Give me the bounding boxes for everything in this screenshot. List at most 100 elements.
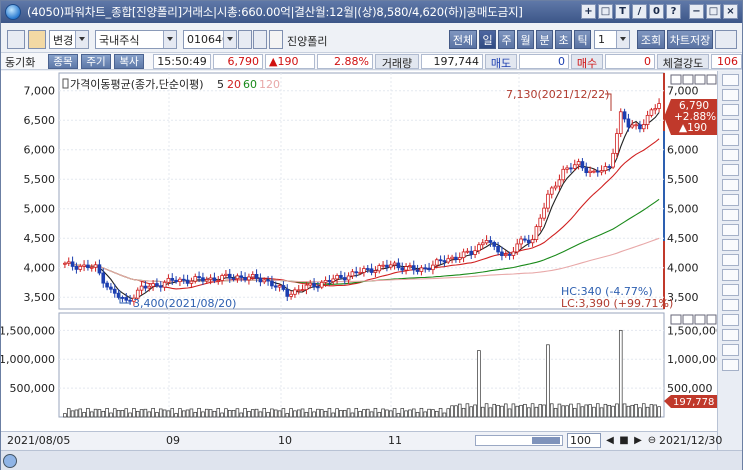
candle — [331, 278, 336, 282]
period-tick-button[interactable]: 틱 — [574, 30, 591, 49]
candle — [377, 265, 382, 272]
volume-bar — [519, 404, 523, 418]
mode-select[interactable]: 변경 — [49, 30, 89, 49]
candle — [488, 240, 493, 243]
panel-close-icon[interactable] — [706, 74, 717, 85]
stock-code-input[interactable]: 010640 — [183, 30, 237, 49]
maximize-button[interactable]: □ — [706, 4, 721, 19]
volume-bar — [212, 410, 217, 418]
period-minute-button[interactable]: 분 — [536, 30, 553, 49]
panel-split-icon[interactable] — [670, 74, 682, 85]
volume-bar — [511, 403, 516, 418]
panel-minimize-icon[interactable] — [682, 74, 694, 85]
period-count-value: 1 — [598, 33, 605, 46]
gear-icon[interactable] — [721, 344, 739, 356]
pattern-icon[interactable] — [721, 314, 739, 326]
candle — [580, 161, 585, 169]
panel-close-icon[interactable] — [706, 314, 717, 325]
line-tool-icon[interactable] — [721, 149, 739, 161]
panel-maximize-icon[interactable] — [694, 74, 706, 85]
trendline-icon[interactable] — [721, 164, 739, 176]
volume-bar — [592, 406, 596, 418]
candle — [147, 285, 152, 289]
add-icon[interactable]: + — [581, 4, 596, 19]
scroll-right-icon[interactable]: ▶ — [632, 434, 644, 447]
list-icon[interactable] — [238, 30, 252, 49]
period-week-button[interactable]: 주 — [498, 30, 515, 49]
chart-scrollbar[interactable] — [475, 435, 563, 446]
period-month-button[interactable]: 월 — [517, 30, 534, 49]
crosshair-icon[interactable] — [721, 89, 739, 101]
save-chart-button[interactable]: 차트저장 — [667, 30, 713, 49]
volume-tick-left: 500,000 — [10, 382, 56, 395]
panel-maximize-icon[interactable] — [694, 314, 706, 325]
home-icon[interactable] — [3, 454, 17, 468]
arrow-tool-icon[interactable] — [721, 284, 739, 296]
tab-copy[interactable]: 복사 — [114, 54, 144, 69]
minimize-button[interactable]: − — [689, 4, 704, 19]
query-button[interactable]: 조회 — [637, 30, 665, 49]
candle — [155, 283, 159, 287]
price-tick-right: 4,500 — [667, 232, 699, 245]
volume-panel-controls[interactable] — [670, 314, 717, 325]
scroll-left-icon[interactable]: ◀ — [604, 434, 616, 447]
cursor-icon[interactable] — [721, 74, 739, 86]
candle — [208, 277, 213, 280]
zoom-out-icon[interactable]: ⊖ — [646, 434, 658, 447]
horizontal-line-icon[interactable] — [721, 179, 739, 191]
volume-bar — [97, 409, 102, 418]
zoom-input[interactable]: 100 — [567, 433, 601, 448]
bookmark-icon[interactable] — [269, 30, 283, 49]
candle — [254, 274, 259, 279]
settings-icon[interactable] — [715, 30, 737, 49]
stop-icon[interactable]: ■ — [618, 434, 630, 447]
candle — [515, 243, 520, 253]
tab-period[interactable]: 주기 — [81, 54, 111, 69]
price-tick-left: 4,500 — [24, 232, 56, 245]
shape-icon[interactable] — [721, 299, 739, 311]
options-icon[interactable] — [721, 359, 739, 371]
close-button[interactable]: × — [723, 4, 738, 19]
search-icon[interactable] — [253, 30, 267, 49]
frame-icon[interactable]: □ — [598, 4, 613, 19]
channel-icon[interactable] — [721, 239, 739, 251]
period-day-button[interactable]: 일 — [479, 30, 496, 49]
text-tool-icon[interactable] — [721, 134, 739, 146]
scrollbar-thumb[interactable] — [532, 437, 560, 444]
volume-bar — [258, 411, 263, 418]
candle — [231, 277, 236, 280]
price-panel-controls[interactable] — [670, 74, 717, 85]
badge-change: ▲190 — [679, 122, 707, 134]
magnet-icon[interactable] — [721, 329, 739, 341]
candle — [97, 264, 102, 274]
period-count-select[interactable]: 1 — [594, 30, 630, 49]
draw-icon[interactable]: / — [632, 4, 647, 19]
candle — [89, 266, 94, 269]
volume-bar — [477, 350, 481, 418]
market-select[interactable]: 국내주식 — [95, 30, 177, 49]
fibonacci-icon[interactable] — [721, 224, 739, 236]
reset-icon[interactable]: 0 — [649, 4, 664, 19]
tab-stock[interactable]: 종목 — [48, 54, 78, 69]
price-volume-chart[interactable]: 7,0007,0006,5006,5006,0006,0005,5005,500… — [0, 71, 723, 431]
price-tick-left: 5,000 — [24, 203, 56, 216]
layout-icon[interactable] — [7, 30, 25, 49]
pen-icon[interactable] — [721, 209, 739, 221]
angle-icon[interactable] — [721, 254, 739, 266]
zigzag-icon[interactable] — [721, 269, 739, 281]
panel-split-icon[interactable] — [670, 314, 682, 325]
x-label-sep: 09 — [166, 434, 180, 447]
help-icon[interactable]: ? — [666, 4, 681, 19]
volume-bar — [247, 411, 251, 418]
eraser-all-icon[interactable] — [721, 119, 739, 131]
text-icon[interactable]: T — [615, 4, 630, 19]
candle — [289, 293, 293, 297]
eraser-icon[interactable] — [721, 104, 739, 116]
panel-minimize-icon[interactable] — [682, 314, 694, 325]
candle — [369, 268, 374, 273]
vertical-line-icon[interactable] — [721, 194, 739, 206]
chart-area[interactable]: 7,0007,0006,5006,5006,0006,0005,5005,500… — [0, 71, 723, 431]
folder-icon[interactable] — [28, 30, 46, 49]
period-second-button[interactable]: 초 — [555, 30, 572, 49]
period-all-button[interactable]: 전체 — [449, 30, 477, 49]
